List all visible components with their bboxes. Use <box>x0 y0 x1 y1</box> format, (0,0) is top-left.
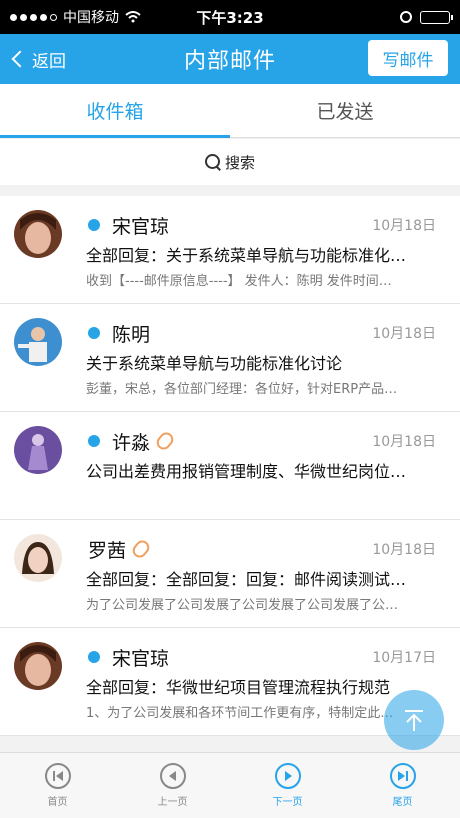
sender-name: 罗茜 <box>88 539 127 562</box>
status-left: 中国移动 <box>10 7 180 27</box>
status-bar: 中国移动 下午3:23 <box>0 0 460 34</box>
mail-subject: 全部回复：华微世纪项目管理流程执行规范 <box>86 678 391 697</box>
avatar <box>14 534 62 582</box>
mail-preview: 收到【----邮件原信息----】 发件人：陈明 发件时间… <box>86 274 392 289</box>
unread-dot <box>88 435 100 447</box>
mail-subject: 全部回复：全部回复：回复：邮件阅读测试… <box>86 570 407 589</box>
mail-list: 宋官琼 10月18日 全部回复：关于系统菜单导航与功能标准化… 收到【----邮… <box>0 196 460 736</box>
sender-name: 陈明 <box>112 323 151 346</box>
next-page-icon <box>274 763 301 789</box>
mail-item[interactable]: 陈明 10月18日 关于系统菜单导航与功能标准化讨论 彭董，宋总，各位部门经理：… <box>0 304 460 412</box>
avatar <box>14 210 62 258</box>
mail-preview: 彭董，宋总，各位部门经理：各位好，针对ERP产品… <box>86 382 398 397</box>
compose-button[interactable]: 写邮件 <box>368 40 448 76</box>
search-icon <box>204 154 221 170</box>
carrier-label: 中国移动 <box>63 10 119 26</box>
attachment-icon <box>129 537 153 561</box>
mail-header-row: 宋官琼 10月17日 <box>88 644 436 670</box>
search-label: 搜索 <box>224 153 255 172</box>
sender-name: 宋官琼 <box>112 647 170 670</box>
unread-dot <box>88 651 100 663</box>
unread-dot <box>88 327 100 339</box>
signal-strength-icon <box>10 13 57 21</box>
previous-page-icon <box>159 763 186 789</box>
previous-page-button[interactable]: 上一页 <box>138 763 208 808</box>
next-page-label: 下一页 <box>272 797 303 808</box>
last-page-icon <box>389 763 416 789</box>
avatar <box>14 318 62 366</box>
arrow-up-icon <box>405 710 423 731</box>
mail-date: 10月18日 <box>372 218 436 234</box>
mail-date: 10月18日 <box>372 326 436 342</box>
mail-subject: 全部回复：关于系统菜单导航与功能标准化… <box>86 246 407 265</box>
first-page-label: 首页 <box>47 797 68 808</box>
alarm-icon <box>400 11 412 23</box>
mail-item[interactable]: 宋官琼 10月18日 全部回复：关于系统菜单导航与功能标准化… 收到【----邮… <box>0 196 460 304</box>
sender-name: 许淼 <box>112 431 151 454</box>
mail-subject: 关于系统菜单导航与功能标准化讨论 <box>86 354 343 373</box>
tab-inbox[interactable]: 收件箱 <box>0 84 230 138</box>
page-title: 内部邮件 <box>183 49 276 74</box>
mail-subject: 公司出差费用报销管理制度、华微世纪岗位… <box>86 462 407 481</box>
last-page-label: 尾页 <box>392 797 413 808</box>
avatar <box>14 642 62 690</box>
back-button[interactable]: 返回 <box>11 34 66 84</box>
sender-name: 宋官琼 <box>112 215 170 238</box>
previous-page-label: 上一页 <box>157 797 188 808</box>
scroll-to-top-button[interactable] <box>384 690 444 750</box>
unread-dot <box>88 219 100 231</box>
chevron-left-icon <box>11 50 29 68</box>
status-time: 下午3:23 <box>196 8 264 27</box>
battery-icon <box>420 10 453 24</box>
avatar <box>14 426 62 474</box>
wifi-icon <box>125 11 141 23</box>
search-bar: 搜索 <box>0 139 460 185</box>
search-button[interactable]: 搜索 <box>204 152 255 173</box>
mail-header-row: 罗茜 10月18日 <box>88 536 436 562</box>
mail-date: 10月18日 <box>372 542 436 558</box>
mailbox-tabs: 收件箱 已发送 <box>0 84 460 138</box>
pagination-bar: 首页 上一页 下一页 尾页 <box>0 752 460 818</box>
attachment-icon <box>153 429 177 453</box>
mail-header-row: 宋官琼 10月18日 <box>88 212 436 238</box>
mail-header-row: 陈明 10月18日 <box>88 320 436 346</box>
mail-item[interactable]: 许淼 10月18日 公司出差费用报销管理制度、华微世纪岗位… <box>0 412 460 520</box>
mail-item[interactable]: 罗茜 10月18日 全部回复：全部回复：回复：邮件阅读测试… 为了公司发展了公司… <box>0 520 460 628</box>
tab-sent[interactable]: 已发送 <box>230 84 460 137</box>
mail-header-row: 许淼 10月18日 <box>88 428 436 454</box>
app-header: 返回 内部邮件 写邮件 <box>0 34 460 84</box>
mail-date: 10月18日 <box>372 434 436 450</box>
mail-date: 10月17日 <box>372 650 436 666</box>
mail-preview: 为了公司发展了公司发展了公司发展了公司发展了公… <box>86 598 399 613</box>
last-page-button[interactable]: 尾页 <box>368 763 438 808</box>
first-page-button[interactable]: 首页 <box>23 763 93 808</box>
status-right <box>280 10 453 24</box>
next-page-button[interactable]: 下一页 <box>253 763 323 808</box>
back-label: 返回 <box>32 51 66 72</box>
first-page-icon <box>44 763 71 789</box>
